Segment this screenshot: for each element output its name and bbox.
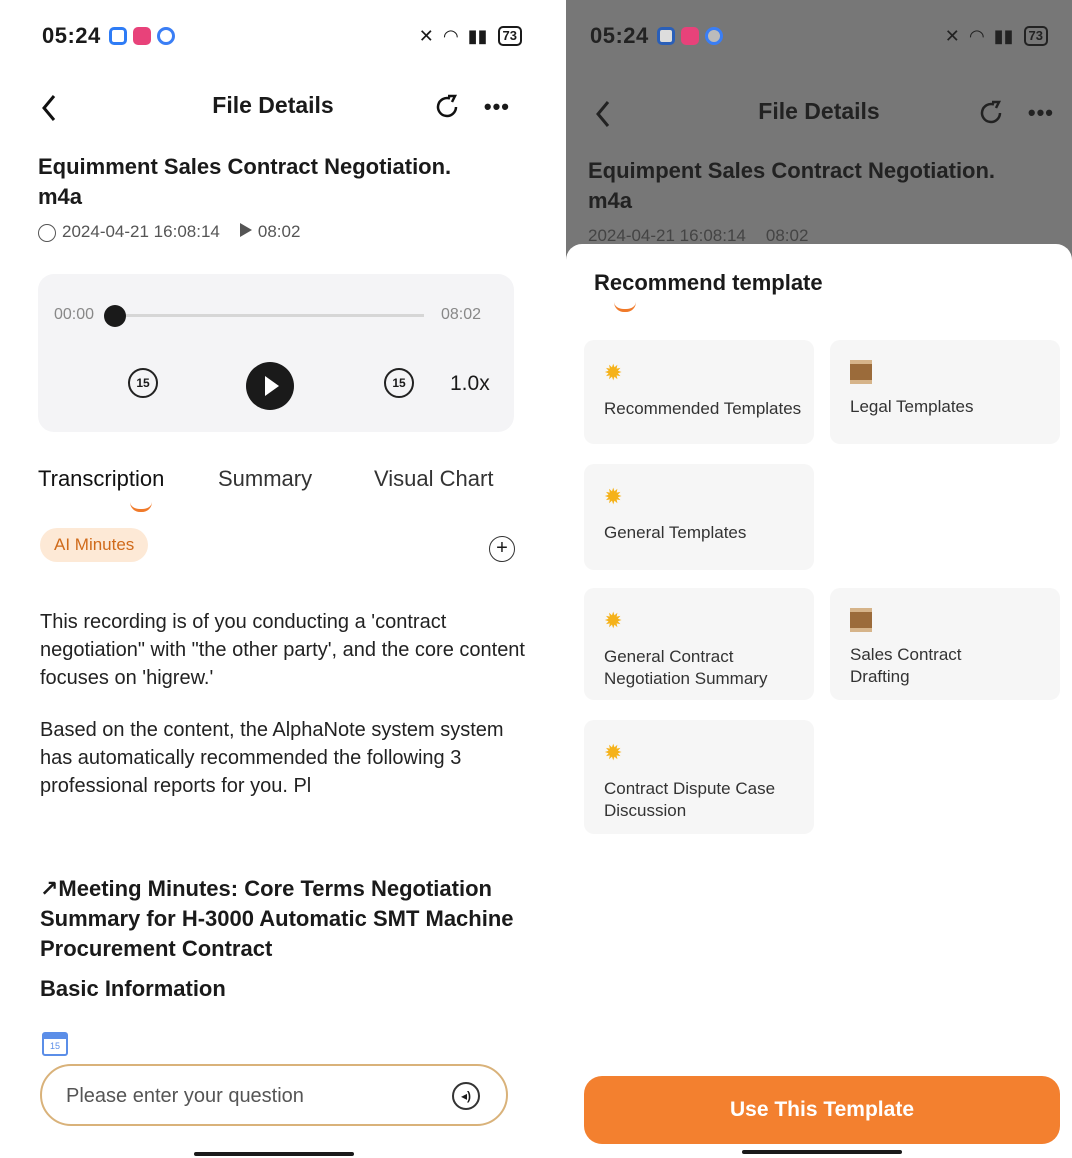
progress-track[interactable] (126, 314, 424, 317)
book-icon (850, 360, 872, 384)
regenerate-icon[interactable] (432, 92, 462, 122)
play-button[interactable] (246, 362, 294, 410)
template-label: Legal Templates (850, 397, 974, 416)
file-duration: 08:02 (765, 226, 809, 245)
star-icon: ✹ (604, 608, 623, 633)
file-duration: 08:02 (257, 222, 301, 241)
more-options-icon: ••• (1027, 100, 1054, 125)
template-label: General Templates (604, 523, 747, 542)
home-indicator (742, 1150, 902, 1154)
star-icon: ✹ (604, 740, 623, 765)
status-time: 05:24 (590, 23, 649, 48)
template-card-general-contract[interactable]: ✹ General Contract Negotiation Summary (584, 588, 814, 700)
book-icon (850, 608, 872, 632)
template-label: Recommended Templates (604, 399, 802, 418)
ai-minutes-chip[interactable]: AI Minutes (40, 528, 149, 562)
calendar-icon: 15 (42, 1032, 68, 1056)
question-input[interactable] (66, 1080, 436, 1112)
more-options-icon[interactable]: ••• (484, 94, 510, 120)
file-duration-wrap: 08:02 (239, 222, 301, 242)
sheet-title: Recommend template (594, 270, 823, 295)
question-box: ◂) (40, 1064, 508, 1126)
basic-information-heading: Basic Information (40, 976, 226, 1001)
speed-button[interactable]: 1.0x (450, 372, 490, 396)
file-name: Equimment Sales Contract Negotiation. m4… (38, 154, 452, 209)
dimmed-background[interactable]: 05:24 ✕ ◠ ▮▮ 73 File Details ••• Equimpe… (566, 0, 1072, 260)
template-label: Sales Contract Drafting (850, 645, 962, 686)
tab-visual-chart[interactable]: Visual Chart (374, 466, 493, 492)
star-icon: ✹ (604, 484, 623, 509)
file-meta: 2024-04-21 16:08:14 08:02 (38, 222, 300, 242)
file-date-wrap: 2024-04-21 16:08:14 (38, 222, 220, 242)
page-title: File Details (212, 92, 334, 118)
status-bar: 05:24 ✕ ◠ ▮▮ 73 (0, 18, 546, 54)
template-picker-screen: 05:24 ✕ ◠ ▮▮ 73 File Details ••• Equimpe… (566, 0, 1072, 1158)
app-notification-icon (656, 27, 675, 45)
signal-icon: ▮▮ (993, 25, 1014, 46)
template-card-general[interactable]: ✹ General Templates (584, 464, 814, 570)
use-this-template-button[interactable]: Use This Template (584, 1076, 1060, 1144)
header: File Details ••• (0, 86, 546, 130)
battery-icon: 73 (1023, 26, 1048, 46)
meeting-minutes-title: ↗Meeting Minutes: Core Terms Negotiation… (40, 876, 514, 961)
star-icon: ✹ (604, 360, 623, 385)
current-time: 00:00 (54, 306, 95, 323)
tabs: Transcription Summary Visual Chart (38, 466, 508, 516)
template-label: General Contract Negotiation Summary (604, 647, 768, 688)
file-meta: 2024-04-21 16:08:14 08:02 (588, 226, 808, 246)
regenerate-icon (980, 100, 1002, 124)
notification-icons (656, 27, 723, 45)
file-details-screen: 05:24 ✕ ◠ ▮▮ 73 File Details ••• Equimme… (0, 0, 546, 1158)
system-icons: ✕ ◠ ▮▮ 73 (419, 26, 522, 47)
clock-icon (38, 223, 56, 242)
file-name: Equimpent Sales Contract Negotiation. m4… (588, 158, 996, 213)
file-date: 2024-04-21 16:08:14 (62, 222, 220, 241)
active-tab-indicator (130, 502, 152, 512)
system-icons: ✕ ◠ ▮▮ 73 (945, 26, 1048, 47)
wifi-icon: ◠ (443, 25, 458, 46)
app-notification-icon (108, 27, 127, 45)
status-bar: 05:24 ✕ ◠ ▮▮ 73 (566, 18, 1072, 54)
template-card-sales-contract[interactable]: Sales Contract Drafting (830, 588, 1060, 700)
skip-back-icon[interactable]: 15 (128, 368, 158, 398)
app-notification-icon (680, 27, 699, 45)
wifi-icon: ◠ (969, 25, 984, 46)
battery-icon: 73 (497, 26, 522, 46)
template-card-recommended[interactable]: ✹ Recommended Templates (584, 340, 814, 444)
app-notification-icon (704, 27, 723, 45)
recommendation-paragraph: Based on the content, the AlphaNote syst… (40, 719, 504, 797)
template-label: Contract Dispute Case Discussion (604, 779, 776, 820)
play-outline-icon (239, 223, 252, 237)
mute-icon: ✕ (418, 25, 434, 46)
template-card-contract-dispute[interactable]: ✹ Contract Dispute Case Discussion (584, 720, 814, 834)
app-notification-icon (156, 27, 175, 45)
progress-knob[interactable] (104, 305, 126, 327)
skip-forward-icon[interactable]: 15 (384, 368, 414, 398)
app-notification-icon (132, 27, 151, 45)
notification-icons (108, 27, 175, 45)
tab-summary[interactable]: Summary (218, 466, 312, 492)
header: File Details ••• (566, 92, 1072, 136)
voice-input-icon[interactable]: ◂) (452, 1082, 480, 1110)
template-card-legal[interactable]: Legal Templates (830, 340, 1060, 444)
sheet-title-indicator (614, 302, 636, 312)
home-indicator (194, 1152, 354, 1156)
tab-transcription[interactable]: Transcription (38, 466, 164, 492)
mute-icon: ✕ (944, 25, 960, 46)
total-time: 08:02 (441, 306, 482, 323)
file-date: 2024-04-21 16:08:14 (588, 226, 746, 245)
summary-paragraph: This recording is of you conducting a 'c… (40, 611, 525, 689)
audio-player: 00:00 08:02 15 15 1.0x (38, 274, 514, 432)
signal-icon: ▮▮ (467, 25, 488, 46)
recommend-template-sheet: Recommend template ✹ Recommended Templat… (566, 244, 1072, 1158)
add-icon[interactable]: + (489, 536, 515, 562)
status-time: 05:24 (42, 23, 101, 48)
